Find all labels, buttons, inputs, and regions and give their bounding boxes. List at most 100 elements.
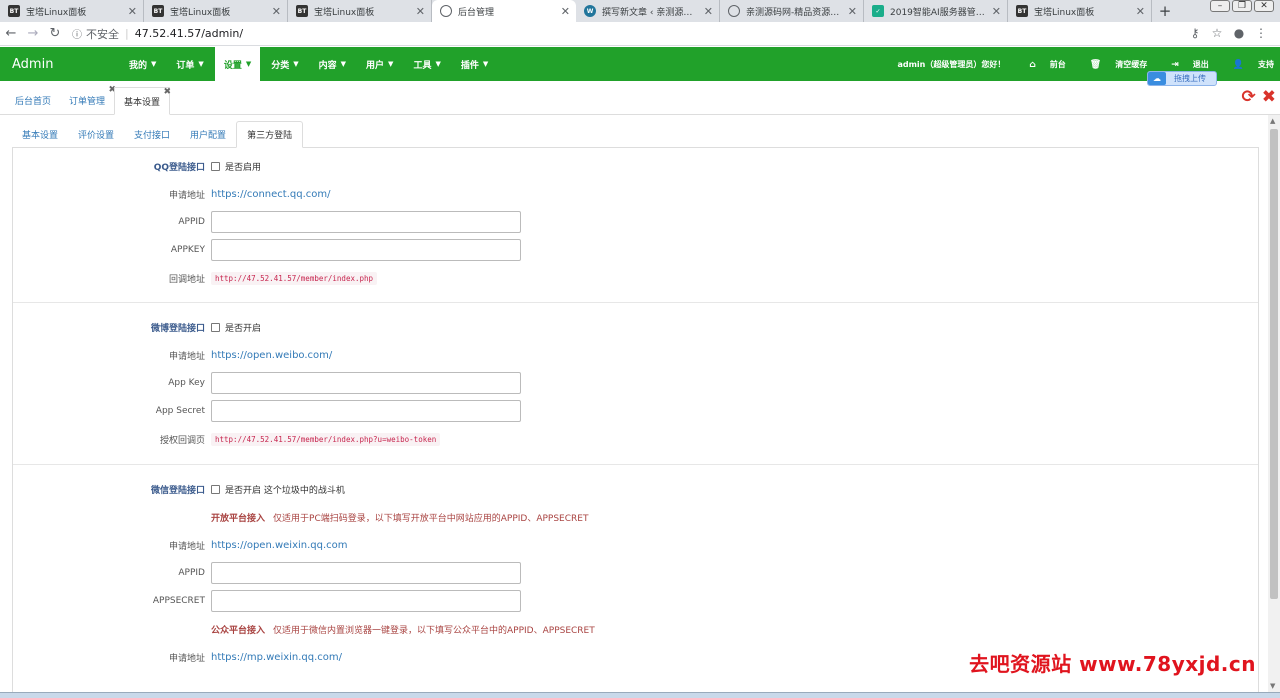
tab-payment[interactable]: 支付接口	[124, 121, 180, 148]
menu-label: 我的	[129, 60, 148, 71]
info-icon[interactable]: ⓘ	[72, 26, 82, 41]
menu-item-mine[interactable]: 我的 ▼	[120, 47, 165, 81]
menu-item-users[interactable]: 用户 ▼	[357, 47, 402, 81]
minimize-icon[interactable]: –	[1210, 0, 1230, 12]
close-icon[interactable]: ✕	[848, 5, 857, 18]
browser-tab-title: 亲测源码网-精品资源站长网	[746, 7, 841, 18]
open-platform-note: 仅适用于PC端扫码登录，以下填写开放平台中网站应用的APPID、APPSECRE…	[273, 513, 589, 524]
menu-item-category[interactable]: 分类 ▼	[262, 47, 307, 81]
vertical-scrollbar[interactable]: ▲ ▼	[1268, 115, 1280, 692]
close-icon[interactable]: ✕	[1136, 5, 1145, 18]
menu-item-content[interactable]: 内容 ▼	[310, 47, 355, 81]
bt-icon: BT	[8, 5, 20, 17]
front-link[interactable]: ⌂ 前台	[1017, 59, 1065, 70]
close-icon[interactable]: ✕	[992, 5, 1001, 18]
weibo-title: 微博登陆接口	[150, 323, 205, 334]
browser-tab-active[interactable]: 后台管理 ✕	[432, 0, 576, 22]
brand-logo[interactable]: Admin	[0, 57, 120, 72]
caret-down-icon: ▼	[435, 60, 441, 68]
tab-basic-settings[interactable]: 基本设置 ✖	[114, 87, 172, 115]
close-icon[interactable]: ✕	[704, 5, 713, 18]
back-icon[interactable]: ←	[0, 26, 22, 41]
browser-tab[interactable]: 亲测源码网-精品资源站长网 ✕	[720, 0, 864, 22]
weibo-apply-label: 申请地址	[168, 351, 205, 362]
checkbox-icon[interactable]	[211, 484, 220, 494]
caret-down-icon: ▼	[482, 60, 489, 68]
key-icon[interactable]: ⚷	[1184, 26, 1206, 40]
check-icon: ✓	[872, 5, 884, 17]
profile-icon[interactable]: ●	[1228, 26, 1250, 40]
tab-home[interactable]: 后台首页	[6, 86, 60, 114]
qq-apply-link[interactable]: https://connect.qq.com/	[211, 189, 331, 200]
browser-tab[interactable]: BT 宝塔Linux面板 ✕	[1008, 0, 1152, 22]
open-platform-label: 开放平台接入	[211, 513, 266, 524]
mp-apply-label: 申请地址	[168, 653, 205, 664]
close-icon[interactable]: ✕	[416, 5, 425, 18]
clear-cache-link[interactable]: 🗑 清空缓存	[1078, 59, 1147, 70]
close-all-icon[interactable]: ✖	[1262, 87, 1276, 107]
support-label: 支持	[1258, 59, 1274, 69]
wechat-apply-label: 申请地址	[168, 541, 205, 552]
browser-tab[interactable]: BT 宝塔Linux面板 ✕	[144, 0, 288, 22]
checkbox-icon[interactable]	[211, 161, 220, 171]
close-icon[interactable]: ✕	[128, 5, 137, 18]
url-field[interactable]: ⓘ 不安全 | 47.52.41.57/admin/	[72, 26, 243, 42]
weibo-secret-label: App Secret	[155, 406, 205, 416]
star-icon[interactable]: ☆	[1206, 26, 1228, 40]
scroll-up-icon[interactable]: ▲	[1270, 117, 1275, 125]
tab-orders[interactable]: 订单管理 ✖	[60, 85, 116, 114]
tab-review[interactable]: 评价设置	[68, 121, 124, 148]
checkbox-icon[interactable]	[211, 322, 220, 332]
drag-upload-bubble[interactable]: ☁ 拖拽上传	[1147, 71, 1217, 86]
weibo-callback-url: http://47.52.41.57/member/index.php?u=we…	[211, 432, 441, 446]
forward-icon[interactable]: →	[22, 26, 44, 41]
window-controls: – ❐ ✕	[1208, 0, 1274, 14]
browser-tab-title: 宝塔Linux面板	[170, 7, 231, 18]
tab-basic[interactable]: 基本设置	[12, 121, 68, 148]
logout-link[interactable]: ⇥ 退出	[1159, 59, 1209, 70]
tab-user-config[interactable]: 用户配置	[180, 121, 236, 148]
qq-login-section: QQ登陆接口 是否启用 申请地址 https://connect.qq.com/…	[13, 148, 1258, 303]
more-icon[interactable]: ⋮	[1250, 26, 1272, 40]
close-window-icon[interactable]: ✕	[1254, 0, 1274, 12]
tab-third-party-login[interactable]: 第三方登陆	[236, 121, 304, 148]
tab-tools: ⟳ ✖	[1236, 87, 1277, 107]
qq-enable-label: 是否启用	[225, 162, 262, 173]
scrollbar-thumb[interactable]	[1270, 129, 1278, 599]
weibo-callback-label: 授权回调页	[159, 435, 205, 446]
reload-icon[interactable]: ↻	[44, 26, 66, 41]
settings-tabs: 基本设置 评价设置 支付接口 用户配置 第三方登陆	[12, 121, 1259, 148]
wechat-appid-input[interactable]	[211, 562, 521, 584]
close-icon[interactable]: ✕	[272, 5, 281, 18]
browser-tab[interactable]: BT 宝塔Linux面板 ✕	[0, 0, 144, 22]
refresh-icon[interactable]: ⟳	[1242, 87, 1256, 107]
menu-item-tools[interactable]: 工具 ▼	[404, 47, 449, 81]
qq-enable-checkbox[interactable]: 是否启用	[211, 160, 261, 173]
qq-appkey-input[interactable]	[211, 239, 521, 261]
wechat-apply-link[interactable]: https://open.weixin.qq.com	[211, 540, 348, 551]
wechat-enable-checkbox[interactable]: 是否开启 这个垃圾中的战斗机	[211, 483, 345, 496]
url-text[interactable]: 47.52.41.57/admin/	[135, 27, 243, 40]
browser-tab[interactable]: W 撰写新文章 ‹ 亲测源码网 — ✕	[576, 0, 720, 22]
weibo-enable-checkbox[interactable]: 是否开启	[211, 321, 261, 334]
qq-appid-input[interactable]	[211, 211, 521, 233]
browser-tab[interactable]: BT 宝塔Linux面板 ✕	[288, 0, 432, 22]
menu-item-settings[interactable]: 设置 ▼	[214, 47, 261, 81]
menu-item-plugins[interactable]: 插件 ▼	[452, 47, 497, 81]
close-icon[interactable]: ✖	[164, 87, 172, 97]
browser-tab[interactable]: ✓ 2019智能AI服务器管理系统 ✕	[864, 0, 1008, 22]
clear-cache-label: 清空缓存	[1115, 59, 1148, 69]
new-tab-button[interactable]: +	[1152, 0, 1178, 22]
weibo-secret-input[interactable]	[211, 400, 521, 422]
close-icon[interactable]: ✕	[561, 5, 570, 18]
settings-panel: QQ登陆接口 是否启用 申请地址 https://connect.qq.com/…	[12, 148, 1259, 698]
wechat-secret-input[interactable]	[211, 590, 521, 612]
menu-label: 分类	[271, 60, 290, 71]
mp-apply-link[interactable]: https://mp.weixin.qq.com/	[211, 652, 342, 663]
weibo-apply-link[interactable]: https://open.weibo.com/	[211, 350, 332, 361]
menu-item-orders[interactable]: 订单 ▼	[167, 47, 212, 81]
weibo-appkey-input[interactable]	[211, 372, 521, 394]
scroll-down-icon[interactable]: ▼	[1270, 682, 1275, 690]
restore-icon[interactable]: ❐	[1232, 0, 1252, 12]
support-link[interactable]: 👤 支持	[1221, 59, 1274, 70]
